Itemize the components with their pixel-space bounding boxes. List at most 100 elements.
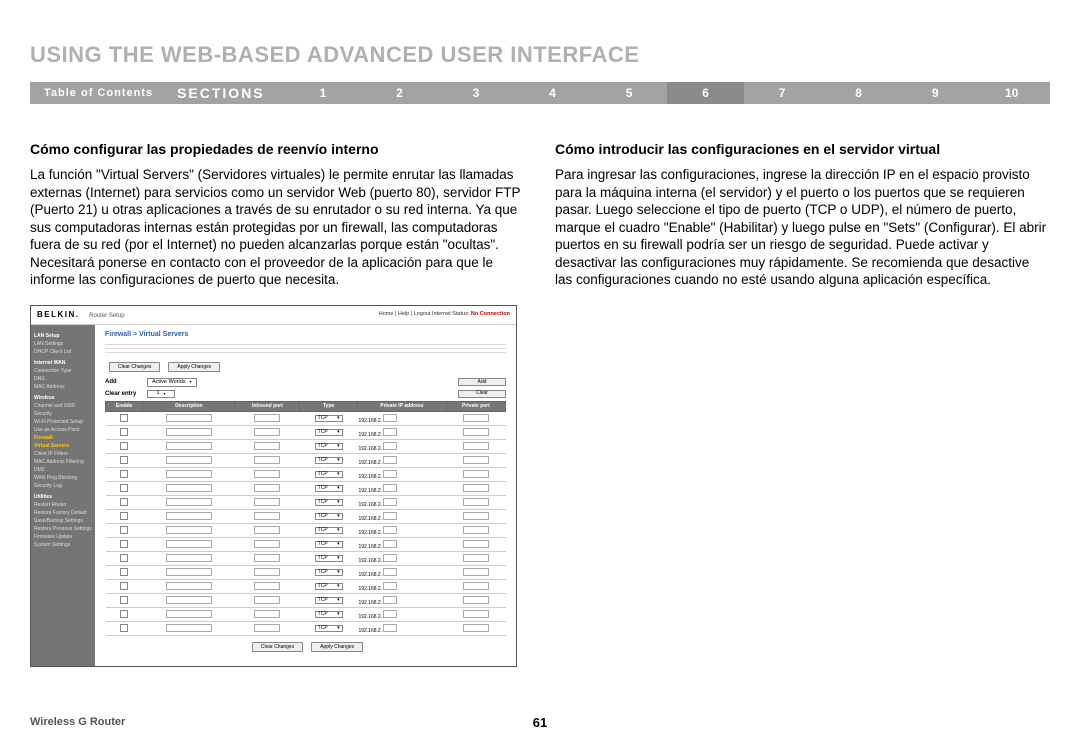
sidebar-item[interactable]: Restart Router <box>34 501 92 509</box>
private-port-input[interactable] <box>463 470 489 478</box>
description-input[interactable] <box>166 456 212 464</box>
sidebar-item[interactable]: Security <box>34 410 92 418</box>
section-4[interactable]: 4 <box>514 82 591 104</box>
private-port-input[interactable] <box>463 596 489 604</box>
enable-checkbox[interactable] <box>120 624 128 632</box>
private-port-input[interactable] <box>463 540 489 548</box>
section-8[interactable]: 8 <box>820 82 897 104</box>
enable-checkbox[interactable] <box>120 526 128 534</box>
ip-input[interactable] <box>383 484 397 492</box>
enable-checkbox[interactable] <box>120 540 128 548</box>
sidebar-item[interactable]: Firmware Update <box>34 533 92 541</box>
description-input[interactable] <box>166 596 212 604</box>
enable-checkbox[interactable] <box>120 582 128 590</box>
private-port-input[interactable] <box>463 568 489 576</box>
type-select[interactable]: TCP▾ <box>315 429 343 436</box>
sidebar-item[interactable]: Utilities <box>34 493 92 501</box>
sidebar-item[interactable]: Wireless <box>34 394 92 402</box>
sidebar-item[interactable]: LAN Setup <box>34 332 92 340</box>
sidebar-item[interactable]: Use as Access Point <box>34 426 92 434</box>
sidebar-item[interactable]: DHCP Client List <box>34 348 92 356</box>
inbound-port-input[interactable] <box>254 624 280 632</box>
private-port-input[interactable] <box>463 414 489 422</box>
sidebar-item[interactable]: Restore Previous Settings <box>34 525 92 533</box>
enable-checkbox[interactable] <box>120 456 128 464</box>
sidebar-item[interactable]: MAC Address Filtering <box>34 458 92 466</box>
description-input[interactable] <box>166 554 212 562</box>
sidebar-item[interactable]: Restore Factory Default <box>34 509 92 517</box>
ip-input[interactable] <box>383 568 397 576</box>
private-port-input[interactable] <box>463 498 489 506</box>
inbound-port-input[interactable] <box>254 526 280 534</box>
section-9[interactable]: 9 <box>897 82 974 104</box>
type-select[interactable]: TCP▾ <box>315 513 343 520</box>
private-port-input[interactable] <box>463 582 489 590</box>
apply-changes-button-bottom[interactable]: Apply Changes <box>311 642 363 652</box>
enable-checkbox[interactable] <box>120 428 128 436</box>
add-button[interactable]: Add <box>458 378 506 386</box>
type-select[interactable]: TCP▾ <box>315 485 343 492</box>
private-port-input[interactable] <box>463 610 489 618</box>
sidebar-item[interactable]: Channel and SSID <box>34 402 92 410</box>
description-input[interactable] <box>166 610 212 618</box>
router-sidebar[interactable]: LAN SetupLAN SettingsDHCP Client ListInt… <box>31 325 95 666</box>
description-input[interactable] <box>166 484 212 492</box>
description-input[interactable] <box>166 414 212 422</box>
enable-checkbox[interactable] <box>120 484 128 492</box>
type-select[interactable]: TCP▾ <box>315 611 343 618</box>
enable-checkbox[interactable] <box>120 610 128 618</box>
add-select[interactable]: Active Worlds▾ <box>147 378 197 387</box>
type-select[interactable]: TCP▾ <box>315 471 343 478</box>
ip-input[interactable] <box>383 624 397 632</box>
private-port-input[interactable] <box>463 428 489 436</box>
inbound-port-input[interactable] <box>254 442 280 450</box>
inbound-port-input[interactable] <box>254 512 280 520</box>
ip-input[interactable] <box>383 596 397 604</box>
sidebar-item[interactable]: MAC Address <box>34 383 92 391</box>
description-input[interactable] <box>166 624 212 632</box>
top-links[interactable]: Home | Help | Logout Internet Status: No… <box>379 312 510 318</box>
enable-checkbox[interactable] <box>120 414 128 422</box>
inbound-port-input[interactable] <box>254 554 280 562</box>
description-input[interactable] <box>166 512 212 520</box>
sidebar-item[interactable]: System Settings <box>34 541 92 549</box>
sidebar-item[interactable]: WAN Ping Blocking <box>34 474 92 482</box>
description-input[interactable] <box>166 568 212 576</box>
type-select[interactable]: TCP▾ <box>315 583 343 590</box>
description-input[interactable] <box>166 526 212 534</box>
description-input[interactable] <box>166 540 212 548</box>
description-input[interactable] <box>166 442 212 450</box>
sidebar-item[interactable]: Firewall <box>34 434 92 442</box>
sidebar-item[interactable]: Wi-Fi Protected Setup <box>34 418 92 426</box>
private-port-input[interactable] <box>463 512 489 520</box>
section-3[interactable]: 3 <box>438 82 515 104</box>
sidebar-item[interactable]: Security Log <box>34 482 92 490</box>
ip-input[interactable] <box>383 498 397 506</box>
inbound-port-input[interactable] <box>254 498 280 506</box>
ip-input[interactable] <box>383 610 397 618</box>
ip-input[interactable] <box>383 512 397 520</box>
enable-checkbox[interactable] <box>120 512 128 520</box>
type-select[interactable]: TCP▾ <box>315 597 343 604</box>
section-1[interactable]: 1 <box>285 82 362 104</box>
private-port-input[interactable] <box>463 484 489 492</box>
inbound-port-input[interactable] <box>254 484 280 492</box>
ip-input[interactable] <box>383 554 397 562</box>
section-10[interactable]: 10 <box>973 82 1050 104</box>
private-port-input[interactable] <box>463 442 489 450</box>
description-input[interactable] <box>166 498 212 506</box>
clear-changes-button-bottom[interactable]: Clear Changes <box>252 642 303 652</box>
section-2[interactable]: 2 <box>361 82 438 104</box>
inbound-port-input[interactable] <box>254 568 280 576</box>
inbound-port-input[interactable] <box>254 540 280 548</box>
clear-entry-select[interactable]: 1▾ <box>147 390 175 399</box>
ip-input[interactable] <box>383 428 397 436</box>
private-port-input[interactable] <box>463 456 489 464</box>
toc-link[interactable]: Table of Contents <box>30 87 167 99</box>
description-input[interactable] <box>166 428 212 436</box>
inbound-port-input[interactable] <box>254 470 280 478</box>
ip-input[interactable] <box>383 470 397 478</box>
enable-checkbox[interactable] <box>120 568 128 576</box>
enable-checkbox[interactable] <box>120 596 128 604</box>
ip-input[interactable] <box>383 442 397 450</box>
